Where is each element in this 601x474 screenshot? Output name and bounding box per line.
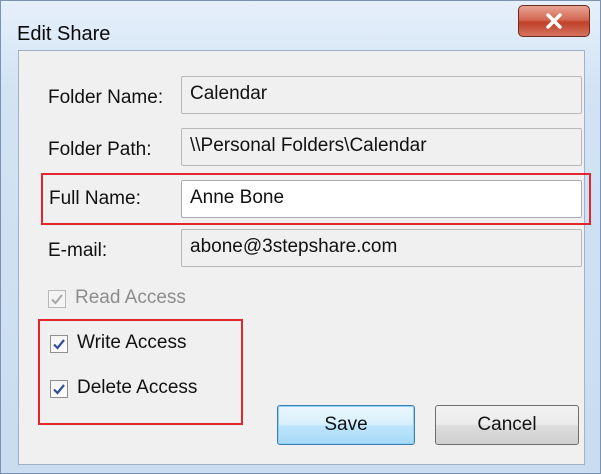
checkmark-icon [51,294,63,305]
read-access-label: Read Access [75,287,186,308]
dialog-title: Edit Share [17,23,111,45]
email-label: E-mail: [48,240,108,261]
folder-name-field: Calendar [181,76,582,114]
title-bar[interactable]: Edit Share [1,1,601,49]
close-button[interactable] [518,5,590,37]
write-access-checkbox[interactable] [50,335,68,353]
full-name-label: Full Name: [49,188,141,209]
folder-name-label: Folder Name: [48,87,164,108]
write-access-label[interactable]: Write Access [77,332,186,354]
delete-access-label[interactable]: Delete Access [77,377,197,399]
full-name-input[interactable]: Anne Bone [181,180,582,218]
save-button[interactable]: Save [277,405,415,445]
email-field: abone@3stepshare.com [181,229,582,267]
read-access-checkbox [48,290,66,308]
edit-share-dialog: Edit Share Folder Name: Calendar Folder … [0,0,601,474]
checkmark-icon [53,384,65,395]
folder-path-field: \\Personal Folders\Calendar [181,128,582,166]
close-icon [546,13,562,29]
cancel-button[interactable]: Cancel [435,405,579,445]
folder-path-label: Folder Path: [48,139,152,160]
delete-access-checkbox[interactable] [50,380,68,398]
checkmark-icon [53,339,65,350]
